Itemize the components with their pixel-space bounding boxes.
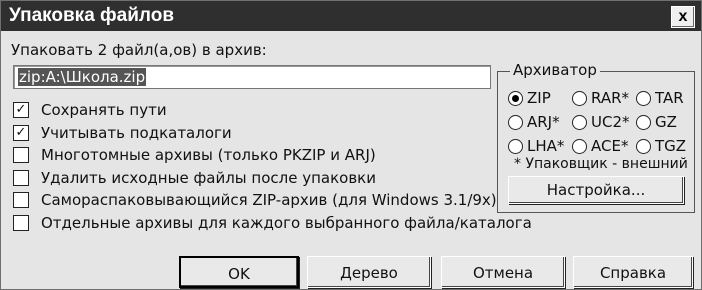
checkbox-separate-archives[interactable]	[13, 214, 29, 231]
options-list: ✓ Сохранять пути ✓ Учитывать подкаталоги…	[13, 99, 532, 234]
pack-files-dialog: Упаковка файлов x Упаковать 2 файл(а,ов)…	[0, 0, 702, 290]
archive-path-value: zip:A:\Школа.zip	[18, 68, 147, 86]
radio-button[interactable]	[572, 138, 587, 154]
ok-button[interactable]: OK	[179, 256, 299, 288]
radio-button[interactable]	[636, 138, 651, 154]
archive-path-input[interactable]: zip:A:\Школа.zip	[13, 65, 491, 89]
checkbox-delete-source[interactable]	[13, 169, 29, 186]
checkbox-subdirs[interactable]: ✓	[13, 124, 29, 141]
title-bar: Упаковка файлов x	[1, 1, 701, 31]
archiver-radio-grid: ZIP RAR* TAR ARJ* UC2* GZ LHA* ACE* TGZ	[508, 86, 700, 158]
radio-tgz[interactable]: TGZ	[636, 137, 700, 155]
dialog-title: Упаковка файлов	[9, 5, 175, 26]
option-delete-source[interactable]: Удалить исходные файлы после упаковки	[13, 167, 532, 190]
radio-button[interactable]	[508, 90, 523, 106]
close-icon: x	[678, 8, 688, 25]
cancel-button[interactable]: Отмена	[441, 256, 565, 288]
option-sfx[interactable]: Самораспаковывающийся ZIP-архив (для Win…	[13, 189, 532, 212]
option-keep-paths[interactable]: ✓ Сохранять пути	[13, 99, 532, 122]
checkbox-keep-paths[interactable]: ✓	[13, 102, 29, 119]
radio-label: TGZ	[655, 137, 687, 155]
checkbox-sfx[interactable]	[13, 192, 29, 209]
radio-lha[interactable]: LHA*	[508, 137, 572, 155]
radio-label: GZ	[655, 113, 677, 131]
radio-gz[interactable]: GZ	[636, 113, 700, 131]
radio-label: ACE*	[591, 137, 629, 155]
archiver-group: Архиватор ZIP RAR* TAR ARJ* UC2* GZ LHA*…	[497, 61, 695, 213]
radio-button[interactable]	[508, 114, 523, 130]
option-label: Многотомные архивы (только PKZIP и ARJ)	[41, 146, 376, 165]
radio-arj[interactable]: ARJ*	[508, 113, 572, 131]
radio-button[interactable]	[636, 90, 651, 106]
radio-label: ZIP	[527, 89, 551, 107]
option-label: Учитывать подкаталоги	[41, 123, 232, 142]
checkbox-multivolume[interactable]	[13, 147, 29, 164]
radio-label: TAR	[655, 89, 684, 107]
external-packer-note: * Упаковщик - внешний	[514, 156, 688, 172]
option-label: Удалить исходные файлы после упаковки	[41, 168, 376, 187]
radio-label: LHA*	[527, 137, 565, 155]
radio-button[interactable]	[572, 90, 587, 106]
archiver-group-title: Архиватор	[510, 61, 600, 79]
option-label: Отдельные архивы для каждого выбранного …	[41, 213, 532, 232]
radio-button[interactable]	[508, 138, 523, 154]
option-multivolume[interactable]: Многотомные архивы (только PKZIP и ARJ)	[13, 144, 532, 167]
radio-rar[interactable]: RAR*	[572, 89, 636, 107]
archive-prompt-label: Упаковать 2 файл(а,ов) в архив:	[11, 41, 267, 59]
option-label: Самораспаковывающийся ZIP-архив (для Win…	[41, 191, 497, 210]
radio-label: RAR*	[591, 89, 629, 107]
close-button[interactable]: x	[671, 6, 695, 28]
setup-button[interactable]: Настройка...	[508, 176, 684, 204]
radio-tar[interactable]: TAR	[636, 89, 700, 107]
help-button[interactable]: Справка	[573, 256, 693, 288]
tree-button[interactable]: Дерево	[307, 256, 431, 288]
radio-label: ARJ*	[527, 113, 560, 131]
radio-button[interactable]	[636, 114, 651, 130]
option-separate-archives[interactable]: Отдельные архивы для каждого выбранного …	[13, 212, 532, 235]
option-subdirs[interactable]: ✓ Учитывать подкаталоги	[13, 122, 532, 145]
radio-ace[interactable]: ACE*	[572, 137, 636, 155]
radio-uc2[interactable]: UC2*	[572, 113, 636, 131]
radio-label: UC2*	[591, 113, 630, 131]
radio-zip[interactable]: ZIP	[508, 89, 572, 107]
option-label: Сохранять пути	[41, 101, 167, 120]
radio-button[interactable]	[572, 114, 587, 130]
